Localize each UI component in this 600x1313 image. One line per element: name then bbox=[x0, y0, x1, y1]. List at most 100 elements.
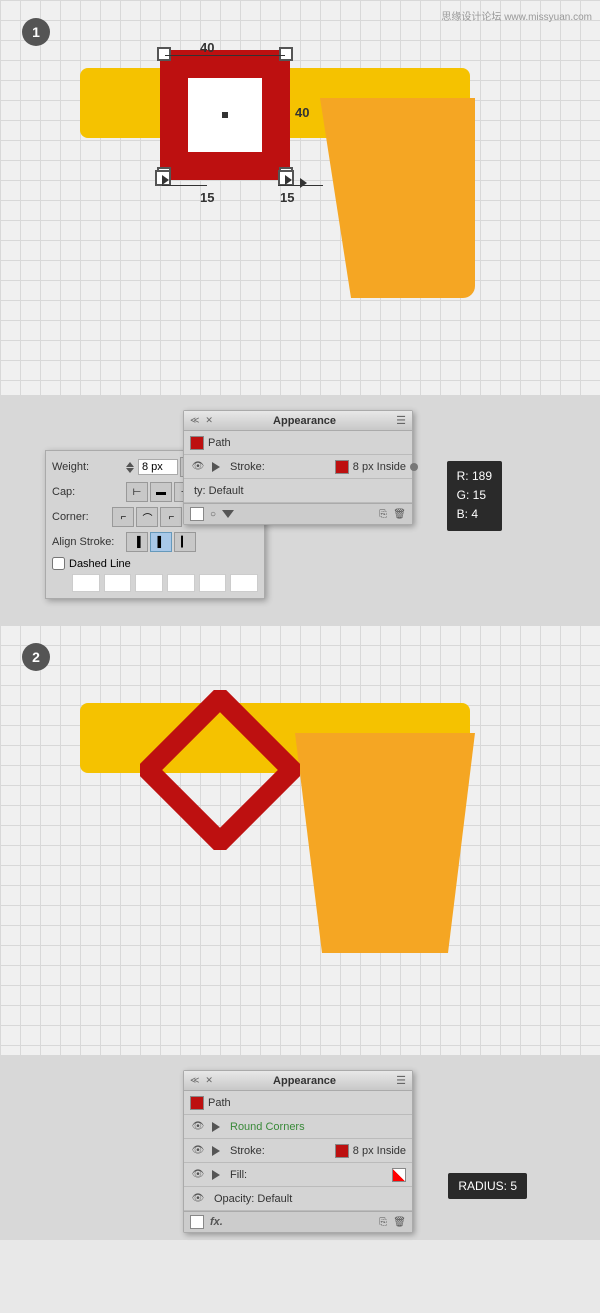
red-diamond-svg bbox=[140, 690, 300, 850]
arrow-indicator-right bbox=[278, 170, 294, 186]
graphic-area-1: 40 40 15 15 bbox=[80, 40, 510, 360]
path-row-2: Path bbox=[184, 1091, 412, 1115]
panel-title-2: Appearance bbox=[273, 1075, 336, 1087]
dashed-label: Dashed Line bbox=[69, 558, 131, 570]
orange-piece-1 bbox=[320, 98, 475, 298]
stroke-label-panel: Stroke: bbox=[230, 461, 331, 473]
dashed-line-row: Dashed Line bbox=[52, 557, 258, 570]
trash-icon[interactable]: 🗑 bbox=[393, 509, 406, 520]
opacity-row-2: 👁 Opacity: Default bbox=[184, 1187, 412, 1211]
panel-controls-left-2: ≪ ✕ bbox=[190, 1075, 213, 1086]
dim-top-label: 40 bbox=[200, 40, 214, 55]
watermark-text: 思缘设计论坛 www.missyuan.com bbox=[441, 8, 592, 23]
align-row: Align Stroke: ▐ ▌ ▎ bbox=[52, 532, 258, 552]
copy-icon-2[interactable]: ⎘ bbox=[379, 1217, 387, 1228]
align-btn-1[interactable]: ▐ bbox=[126, 532, 148, 552]
stroke-color-swatch-2[interactable] bbox=[335, 1144, 349, 1158]
round-corners-link[interactable]: Round Corners bbox=[230, 1121, 305, 1133]
corner-label: Corner: bbox=[52, 511, 108, 523]
arrow-top-line bbox=[165, 55, 285, 56]
opacity-row-1: ty: Default bbox=[184, 479, 412, 503]
fill-row: 👁 Fill: bbox=[184, 1163, 412, 1187]
eye-icon-4[interactable]: 👁 bbox=[190, 1169, 206, 1181]
center-dot bbox=[222, 112, 228, 118]
collapse-arrows[interactable]: ≪ bbox=[190, 415, 199, 426]
round-corners-row: 👁 Round Corners RADIUS: 5 bbox=[184, 1115, 412, 1139]
dash-field-4[interactable] bbox=[167, 574, 195, 592]
align-label: Align Stroke: bbox=[52, 536, 122, 548]
footer-square-icon-2 bbox=[190, 1215, 204, 1229]
section1-graphic: 1 40 40 15 15 bbox=[0, 0, 600, 395]
cap-btn-1[interactable]: ⊢ bbox=[126, 482, 148, 502]
eye-icon-3[interactable]: 👁 bbox=[190, 1145, 206, 1157]
fill-color-icon[interactable] bbox=[392, 1168, 406, 1182]
dashed-fields bbox=[72, 574, 258, 592]
close-x-2[interactable]: ✕ bbox=[205, 1075, 213, 1086]
handle-tl[interactable] bbox=[157, 47, 171, 61]
stroke-color-swatch[interactable] bbox=[335, 460, 349, 474]
cap-btn-2[interactable]: ▬ bbox=[150, 482, 172, 502]
fill-label: Fill: bbox=[230, 1169, 388, 1181]
panel-menu-icon[interactable]: ☰ bbox=[396, 414, 406, 427]
orange-piece-2 bbox=[295, 733, 475, 953]
dash-field-6[interactable] bbox=[230, 574, 258, 592]
section2-graphic: 2 bbox=[0, 625, 600, 1055]
dim-side-label: 40 bbox=[295, 105, 309, 120]
cap-label: Cap: bbox=[52, 486, 122, 498]
corner-btn-3[interactable]: ⌐ bbox=[160, 507, 182, 527]
arrow-indicator-left bbox=[155, 170, 171, 186]
circle-icon: ○ bbox=[210, 509, 216, 520]
dash-field-1[interactable] bbox=[72, 574, 100, 592]
appearance-panel-1: ≪ ✕ Appearance ☰ Path 👁 Stroke: 8 px Ins… bbox=[183, 410, 413, 525]
red-square-outer bbox=[160, 50, 290, 180]
round-corners-label[interactable]: Round Corners bbox=[230, 1121, 406, 1133]
path-label-1: Path bbox=[208, 437, 406, 449]
panel-titlebar-1: ≪ ✕ Appearance ☰ bbox=[184, 411, 412, 431]
footer-square-icon bbox=[190, 507, 204, 521]
weight-label: Weight: bbox=[52, 461, 122, 473]
appearance-panel-2: ≪ ✕ Appearance ☰ Path 👁 Round Corners RA… bbox=[183, 1070, 413, 1233]
fx-label[interactable]: fx. bbox=[210, 1216, 223, 1228]
play-icon-1 bbox=[212, 462, 222, 472]
dim-bottom-left-label: 15 bbox=[200, 190, 214, 205]
stroke-label-panel-2: Stroke: bbox=[230, 1145, 331, 1157]
panel-controls-left: ≪ ✕ bbox=[190, 415, 213, 426]
stroke-value-text-2: 8 px Inside bbox=[353, 1145, 406, 1157]
path-label-2: Path bbox=[208, 1097, 406, 1109]
path-icon-swatch-2 bbox=[190, 1096, 204, 1110]
dash-field-3[interactable] bbox=[135, 574, 163, 592]
close-x[interactable]: ✕ bbox=[205, 415, 213, 426]
align-btn-3[interactable]: ▎ bbox=[174, 532, 196, 552]
play-icon-4 bbox=[212, 1170, 222, 1180]
panel-footer-1: ○ ⎘ 🗑 bbox=[184, 503, 412, 524]
dash-field-2[interactable] bbox=[104, 574, 132, 592]
opacity-label-2: Opacity: Default bbox=[214, 1193, 406, 1205]
align-btn-2[interactable]: ▌ bbox=[150, 532, 172, 552]
footer-triangle bbox=[222, 510, 234, 518]
copy-icon[interactable]: ⎘ bbox=[379, 509, 387, 520]
arrow-right bbox=[300, 178, 307, 188]
collapse-arrows-2[interactable]: ≪ bbox=[190, 1075, 199, 1086]
step1-badge: 1 bbox=[22, 18, 50, 46]
step2-badge: 2 bbox=[22, 643, 50, 671]
handle-tr[interactable] bbox=[279, 47, 293, 61]
dash-field-5[interactable] bbox=[199, 574, 227, 592]
red-square-inner bbox=[188, 78, 262, 152]
corner-btn-2[interactable]: ⌒ bbox=[136, 507, 158, 527]
color-tooltip: R: 189 G: 15 B: 4 bbox=[447, 461, 502, 531]
radius-tooltip: RADIUS: 5 bbox=[448, 1173, 527, 1199]
stroke-row-panel: 👁 Stroke: 8 px Inside bbox=[184, 455, 412, 479]
weight-input[interactable]: 8 px bbox=[138, 459, 178, 475]
path-icon-swatch bbox=[190, 436, 204, 450]
corner-btn-1[interactable]: ⌐ bbox=[112, 507, 134, 527]
opacity-label-1: ty: Default bbox=[194, 485, 406, 497]
eye-icon-1[interactable]: 👁 bbox=[190, 461, 206, 473]
dashed-checkbox[interactable] bbox=[52, 557, 65, 570]
eye-icon-2[interactable]: 👁 bbox=[190, 1121, 206, 1133]
connector-dot bbox=[410, 463, 418, 471]
panel-menu-icon-2[interactable]: ☰ bbox=[396, 1074, 406, 1087]
panel-section-1: Weight: 8 px ▾ Cap: ⊢ ▬ ⊣ Corner: bbox=[0, 395, 600, 625]
trash-icon-2[interactable]: 🗑 bbox=[393, 1217, 406, 1228]
arrow-bl-line bbox=[162, 185, 207, 186]
stroke-value-text: 8 px Inside bbox=[353, 461, 406, 473]
